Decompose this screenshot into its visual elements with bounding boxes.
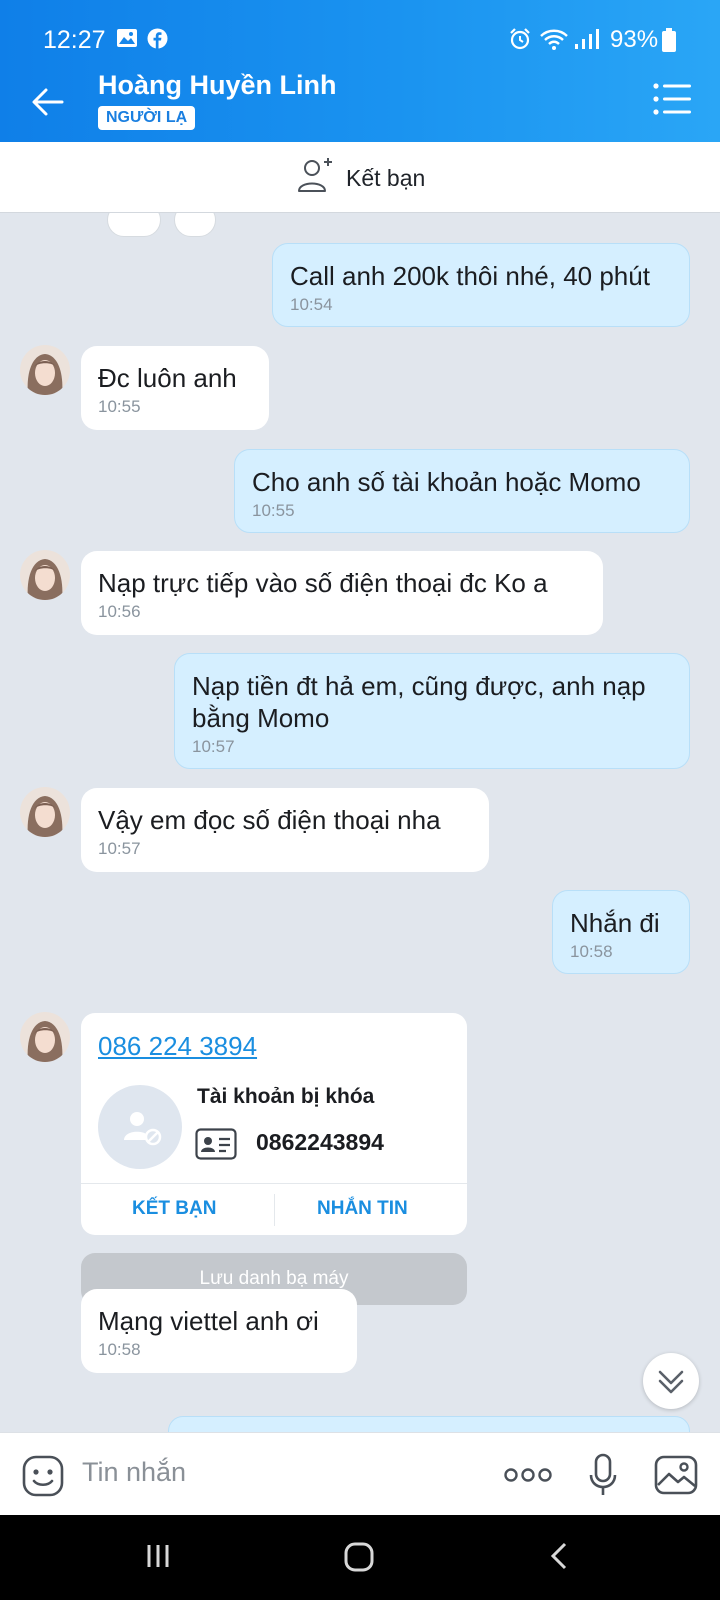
avatar[interactable]	[20, 345, 70, 395]
contact-card[interactable]: 086 224 3894 Tài khoản bị khóa 086224389…	[81, 1013, 467, 1235]
message-text: Nạp tiền đt hả em, cũng được, anh nạp bằ…	[192, 671, 646, 733]
message-bubble-outgoing[interactable]: Nạp tiền đt hả em, cũng được, anh nạp bằ…	[174, 653, 690, 769]
avatar[interactable]	[20, 550, 70, 600]
message-time: 10:58	[570, 942, 613, 961]
system-navigation-bar	[0, 1515, 720, 1600]
profile-avatar-placeholder	[98, 1085, 182, 1169]
message-bubble-outgoing[interactable]: Cho anh số tài khoản hoặc Momo 10:55	[234, 449, 690, 533]
message-text: Vậy em đọc số điện thoại nha	[98, 805, 441, 835]
add-friend-bar[interactable]: Kết bạn	[0, 142, 720, 213]
list-menu-icon[interactable]	[652, 82, 692, 116]
add-user-icon	[298, 158, 332, 192]
back-nav-icon[interactable]	[549, 1541, 569, 1571]
add-friend-label: Kết bạn	[346, 164, 426, 191]
chat-area[interactable]: Call anh 200k thôi nhé, 40 phút 10:54 Đc…	[0, 213, 720, 1432]
account-status: Tài khoản bị khóa	[197, 1085, 375, 1108]
card-actions: KẾT BẠN NHẮN TIN	[81, 1183, 467, 1235]
message-time: 10:54	[290, 295, 333, 314]
avatar[interactable]	[20, 787, 70, 837]
divider	[274, 1194, 275, 1226]
image-icon[interactable]	[654, 1455, 698, 1495]
contact-name[interactable]: Hoàng Huyền Linh	[98, 70, 337, 101]
more-icon[interactable]	[504, 1466, 552, 1484]
id-card-icon	[195, 1128, 237, 1160]
sticker-emoji-icon[interactable]	[22, 1455, 64, 1497]
phone-link[interactable]: 086 224 3894	[98, 1031, 257, 1062]
message-text: Nạp trực tiếp vào số điện thoại đc Ko a	[98, 568, 548, 598]
top-bar: 12:27 93% Hoàng Huyền Linh NGƯỜI LẠ	[0, 0, 720, 142]
battery-level: 93%	[610, 26, 659, 53]
back-arrow-icon[interactable]	[28, 82, 68, 122]
phone-number: 0862243894	[256, 1129, 384, 1155]
double-chevron-down-icon	[658, 1370, 684, 1394]
contact-avatar-image	[20, 1012, 70, 1062]
reaction-stub	[107, 213, 161, 237]
add-friend-button[interactable]: KẾT BẠN	[132, 1198, 216, 1220]
signal-icon	[575, 29, 599, 49]
message-bubble-incoming[interactable]: Vậy em đọc số điện thoại nha 10:57	[81, 788, 489, 872]
status-time: 12:27	[43, 26, 106, 54]
message-text: Mạng viettel anh ơi	[98, 1306, 319, 1336]
message-text: Nhắn đi	[570, 908, 660, 938]
avatar[interactable]	[20, 1012, 70, 1062]
facebook-icon	[147, 28, 168, 49]
message-time: 10:55	[252, 501, 295, 520]
contact-avatar-image	[20, 787, 70, 837]
chat-header: Hoàng Huyền Linh NGƯỜI LẠ	[0, 58, 720, 142]
scroll-to-bottom-button[interactable]	[643, 1353, 699, 1409]
message-time: 10:57	[98, 839, 141, 858]
recent-apps-icon[interactable]	[143, 1541, 173, 1571]
reaction-stub	[174, 213, 216, 237]
wifi-icon	[540, 29, 568, 50]
status-bar: 12:27 93%	[0, 0, 720, 58]
battery-icon	[662, 28, 676, 52]
message-text: Call anh 200k thôi nhé, 40 phút	[290, 261, 650, 291]
contact-avatar-image	[20, 550, 70, 600]
message-time: 10:57	[192, 737, 235, 756]
home-icon[interactable]	[343, 1541, 375, 1573]
message-text: Đc luôn anh	[98, 363, 237, 393]
locked-user-icon	[124, 1112, 162, 1146]
alarm-icon	[510, 28, 530, 50]
message-bubble-outgoing[interactable]: Call anh 200k thôi nhé, 40 phút 10:54	[272, 243, 690, 327]
message-bubble-incoming[interactable]: Nạp trực tiếp vào số điện thoại đc Ko a …	[81, 551, 603, 635]
message-bubble-incoming[interactable]: Mạng viettel anh ơi 10:58	[81, 1289, 357, 1373]
message-input[interactable]: Tin nhắn	[82, 1457, 186, 1488]
message-input-bar: Tin nhắn	[0, 1432, 720, 1515]
message-bubble-outgoing[interactable]	[168, 1416, 690, 1432]
message-time: 10:56	[98, 602, 141, 621]
message-text: Cho anh số tài khoản hoặc Momo	[252, 467, 641, 497]
message-time: 10:58	[98, 1340, 141, 1359]
microphone-icon[interactable]	[589, 1453, 617, 1497]
message-bubble-incoming[interactable]: Đc luôn anh 10:55	[81, 346, 269, 430]
stranger-badge: NGƯỜI LẠ	[98, 106, 196, 130]
gallery-icon	[117, 29, 137, 47]
message-time: 10:55	[98, 397, 141, 416]
send-message-button[interactable]: NHẮN TIN	[317, 1198, 408, 1220]
message-bubble-outgoing[interactable]: Nhắn đi 10:58	[552, 890, 690, 974]
contact-avatar-image	[20, 345, 70, 395]
